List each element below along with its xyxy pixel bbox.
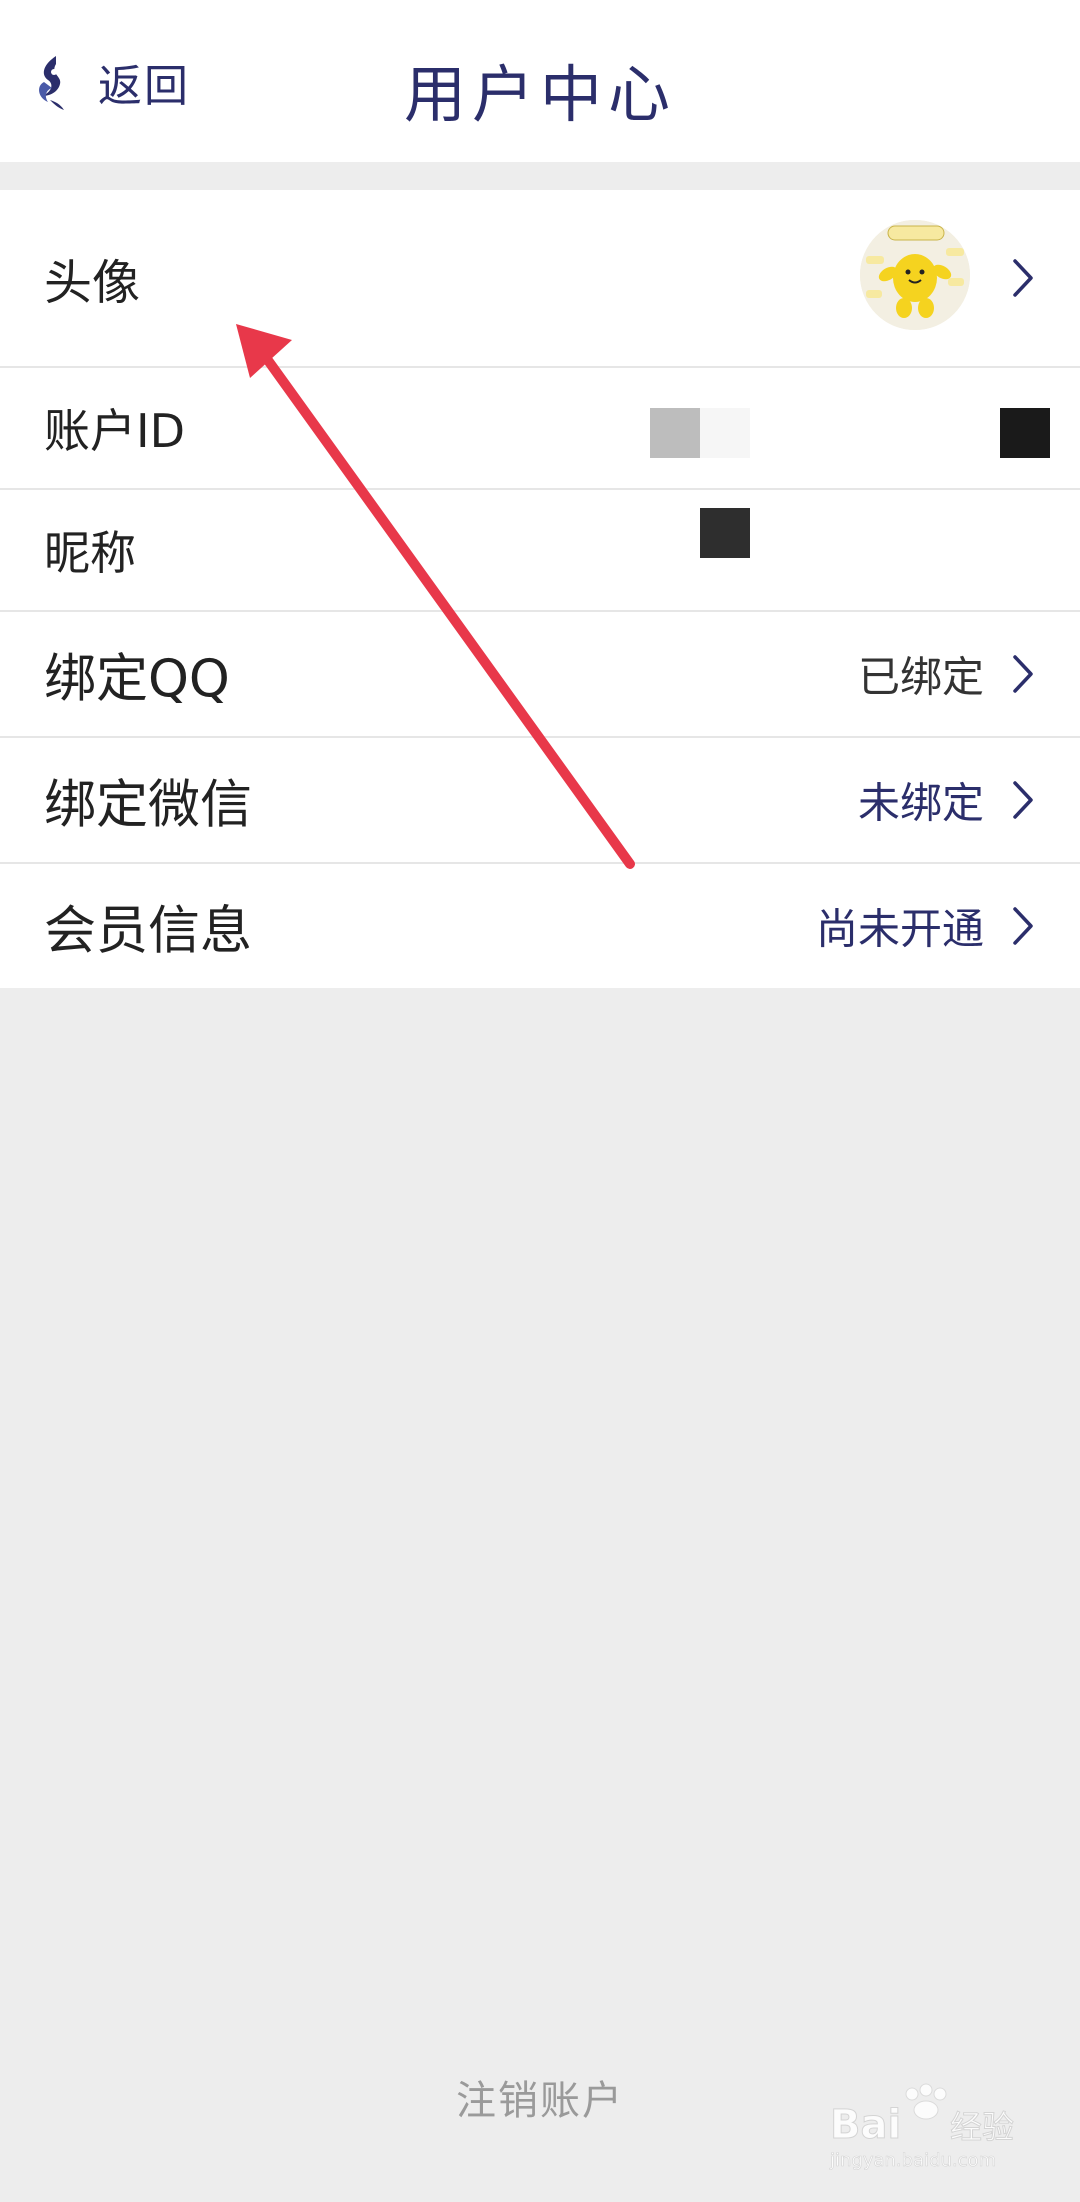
qq-bind-status: 已绑定 [857, 652, 984, 702]
redacted-block [700, 408, 750, 458]
row-membership[interactable]: 会员信息 尚未开通 [0, 862, 1080, 988]
wechat-bind-status: 未绑定 [857, 778, 984, 828]
membership-status: 尚未开通 [815, 904, 984, 954]
watermark-suffix: 经验 [950, 2108, 1014, 2146]
app-header: 返回 用户中心 [0, 0, 1080, 162]
row-account-id: 账户ID [0, 366, 1080, 488]
avatar[interactable] [860, 220, 970, 330]
row-label-nickname: 昵称 [44, 526, 136, 580]
chevron-right-icon [1013, 781, 1033, 819]
redacted-block [700, 508, 750, 558]
row-avatar[interactable]: 头像 [0, 190, 1080, 366]
row-bind-wechat[interactable]: 绑定微信 未绑定 [0, 736, 1080, 862]
row-label-avatar: 头像 [44, 255, 141, 311]
row-label-bind-qq: 绑定QQ [44, 649, 230, 710]
row-nickname[interactable]: 昵称 [0, 488, 1080, 610]
chevron-right-icon [1013, 907, 1033, 945]
chevron-right-icon [1013, 259, 1033, 297]
watermark-brand: Bai [830, 2102, 901, 2148]
watermark-url: jingyan.baidu.com [829, 2150, 996, 2171]
row-label-account-id: 账户ID [44, 404, 185, 458]
redacted-block [1000, 408, 1050, 458]
settings-list: 头像 账户ID 昵称 绑定QQ 已绑定 绑定微信 未绑定 会员信息 尚未开通 [0, 190, 1080, 988]
row-label-bind-wechat: 绑定微信 [44, 775, 253, 836]
chevron-right-icon [1013, 655, 1033, 693]
page-title: 用户中心 [403, 58, 676, 131]
row-bind-qq[interactable]: 绑定QQ 已绑定 [0, 610, 1080, 736]
row-label-membership: 会员信息 [44, 901, 253, 962]
avatar-image [860, 220, 970, 330]
redacted-block [650, 408, 700, 458]
baidu-jingyan-watermark: Bai 经验 jingyan.baidu.com [826, 2080, 1026, 2180]
paw-icon: Bai 经验 jingyan.baidu.com [829, 2083, 1015, 2171]
